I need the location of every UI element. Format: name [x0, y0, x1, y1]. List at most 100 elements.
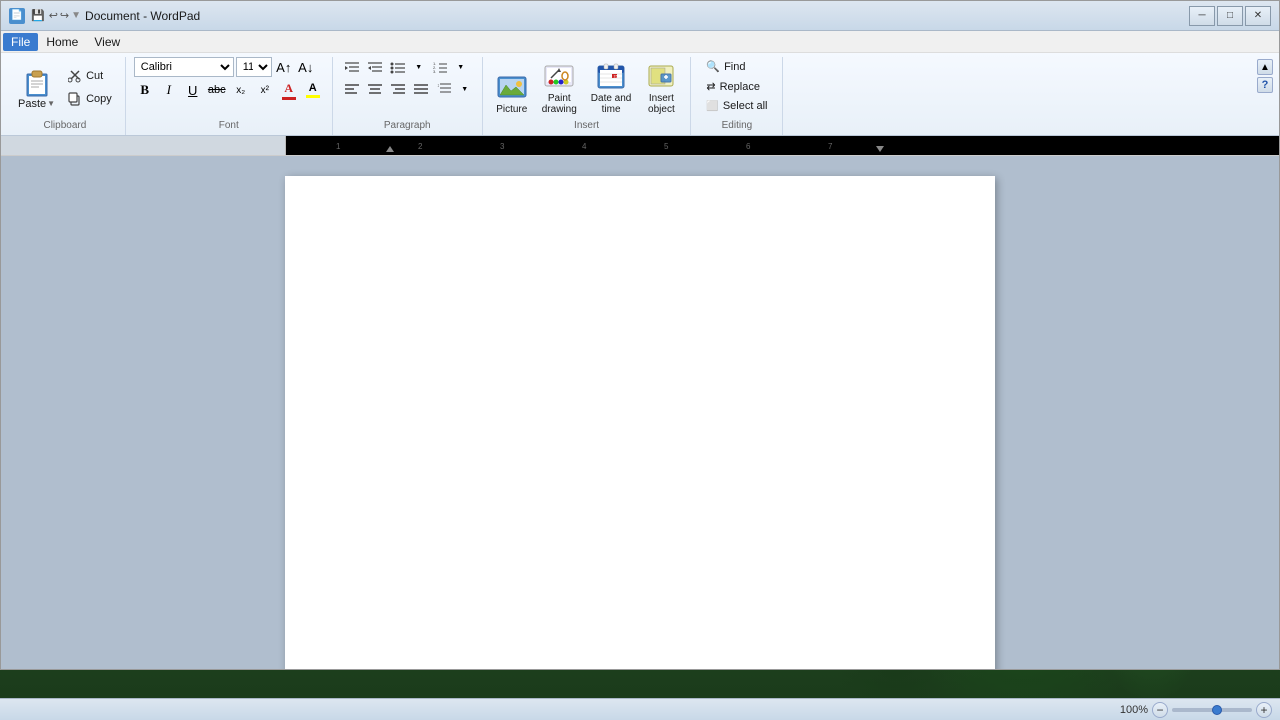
svg-text:1: 1 — [336, 142, 341, 151]
picture-button[interactable]: Picture — [491, 68, 533, 118]
font-shrink-button[interactable]: A↓ — [296, 57, 316, 77]
align-right-button[interactable] — [387, 79, 409, 99]
picture-icon — [496, 71, 528, 103]
window-title: Document - WordPad — [85, 9, 1189, 23]
editing-content: 🔍 Find ⇄ Replace ⬜ Select all — [699, 57, 774, 118]
svg-text:15: 15 — [614, 75, 618, 79]
line-spacing-dropdown[interactable]: ▼ — [456, 79, 474, 99]
font-grow-button[interactable]: A↑ — [274, 57, 294, 77]
bullets-dropdown[interactable]: ▼ — [410, 57, 428, 77]
strikethrough-button[interactable]: abc — [206, 80, 228, 100]
document-area[interactable] — [1, 156, 1279, 669]
document-page[interactable] — [285, 176, 995, 669]
find-icon: 🔍 — [706, 60, 720, 73]
wordpad-window: 📄 💾 ↩ ↪ ▼ Document - WordPad ─ □ ✕ File … — [0, 0, 1280, 670]
datetime-label: Date andtime — [591, 93, 632, 115]
help-button[interactable]: ? — [1257, 77, 1273, 93]
increase-indent-button[interactable] — [364, 57, 386, 77]
svg-text:↕: ↕ — [437, 83, 440, 89]
font-row-1: Calibri 11 A↑ A↓ — [134, 57, 316, 77]
align-left-button[interactable] — [341, 79, 363, 99]
ruler-margin-left — [1, 136, 286, 155]
clipboard-group: Paste ▼ — [5, 57, 126, 135]
menu-file[interactable]: File — [3, 33, 38, 51]
font-group: Calibri 11 A↑ A↓ B I U abc x₂ x² A — [126, 57, 333, 135]
insert-content: Picture — [491, 57, 683, 118]
insert-object-button[interactable]: Insertobject — [640, 57, 682, 118]
cut-label: Cut — [86, 70, 103, 82]
copy-icon — [67, 91, 83, 107]
underline-button[interactable]: U — [182, 80, 204, 100]
paste-icon — [21, 66, 53, 98]
numbering-button[interactable]: 1. 2. 3. — [429, 57, 451, 77]
find-label: Find — [724, 61, 745, 73]
align-center-button[interactable] — [364, 79, 386, 99]
picture-label: Picture — [496, 104, 527, 115]
clipboard-label: Clipboard — [13, 120, 117, 131]
svg-text:6: 6 — [746, 142, 751, 151]
replace-button[interactable]: ⇄ Replace — [699, 77, 767, 96]
numbering-dropdown[interactable]: ▼ — [452, 57, 470, 77]
font-content: Calibri 11 A↑ A↓ B I U abc x₂ x² A — [134, 57, 324, 118]
svg-text:3.: 3. — [433, 69, 436, 74]
ruler: 1 2 3 4 5 6 7 — [1, 136, 1279, 156]
paint-drawing-button[interactable]: Paintdrawing — [537, 57, 582, 118]
decrease-indent-button[interactable] — [341, 57, 363, 77]
menu-home[interactable]: Home — [38, 33, 86, 51]
close-button[interactable]: ✕ — [1245, 6, 1271, 26]
paste-button[interactable]: Paste ▼ — [13, 63, 60, 113]
save-icon[interactable]: 💾 — [31, 9, 45, 22]
paste-label: Paste — [18, 98, 46, 110]
paint-icon — [543, 60, 575, 92]
datetime-icon: 15 — [595, 60, 627, 92]
menu-view[interactable]: View — [86, 33, 128, 51]
para-row-2: ↕ ▼ — [341, 79, 474, 99]
line-spacing-button[interactable]: ↕ — [433, 79, 455, 99]
cut-button[interactable]: Cut — [62, 65, 117, 87]
status-bar: 100% − + — [0, 698, 1280, 720]
app-icon: 📄 — [9, 8, 25, 24]
minimize-button[interactable]: ─ — [1189, 6, 1215, 26]
copy-button[interactable]: Copy — [62, 88, 117, 110]
collapse-ribbon-button[interactable]: ▲ — [1257, 59, 1273, 75]
zoom-in-button[interactable]: + — [1256, 702, 1272, 718]
insert-object-label: Insertobject — [648, 93, 675, 115]
para-row-1: ▼ 1. 2. 3. ▼ — [341, 57, 470, 77]
italic-button[interactable]: I — [158, 80, 180, 100]
bold-button[interactable]: B — [134, 80, 156, 100]
cut-icon — [67, 68, 83, 84]
subscript-button[interactable]: x₂ — [230, 80, 252, 100]
font-family-select[interactable]: Calibri — [134, 57, 234, 77]
maximize-button[interactable]: □ — [1217, 6, 1243, 26]
superscript-button[interactable]: x² — [254, 80, 276, 100]
insert-group: Picture — [483, 57, 692, 135]
paragraph-content: ▼ 1. 2. 3. ▼ — [341, 57, 474, 118]
datetime-button[interactable]: 15 Date andtime — [586, 57, 637, 118]
quick-access-arrow[interactable]: ▼ — [71, 10, 81, 21]
zoom-slider[interactable] — [1172, 708, 1252, 712]
ribbon-spacer — [783, 57, 1255, 135]
font-size-select[interactable]: 11 — [236, 57, 272, 77]
cut-copy-group: Cut Copy — [62, 65, 117, 110]
paint-label: Paintdrawing — [542, 93, 577, 115]
bullets-button[interactable] — [387, 57, 409, 77]
replace-label: Replace — [720, 81, 760, 93]
title-bar: 📄 💾 ↩ ↪ ▼ Document - WordPad ─ □ ✕ — [1, 1, 1279, 31]
zoom-out-button[interactable]: − — [1152, 702, 1168, 718]
justify-button[interactable] — [410, 79, 432, 99]
zoom-control: 100% − + — [1120, 702, 1272, 718]
select-all-button[interactable]: ⬜ Select all — [699, 97, 774, 115]
text-color-button[interactable]: A — [278, 79, 300, 101]
editing-label: Editing — [699, 120, 774, 131]
redo-icon[interactable]: ↪ — [60, 9, 69, 22]
zoom-percent-label: 100% — [1120, 704, 1148, 716]
highlight-color-button[interactable]: A — [302, 79, 324, 101]
menu-bar: File Home View — [1, 31, 1279, 53]
select-all-label: Select all — [723, 100, 768, 112]
undo-icon[interactable]: ↩ — [49, 9, 58, 22]
svg-text:3: 3 — [500, 142, 505, 151]
svg-text:4: 4 — [582, 142, 587, 151]
ribbon-controls: ▲ ? — [1255, 57, 1275, 135]
find-button[interactable]: 🔍 Find — [699, 57, 752, 76]
svg-text:7: 7 — [828, 142, 833, 151]
